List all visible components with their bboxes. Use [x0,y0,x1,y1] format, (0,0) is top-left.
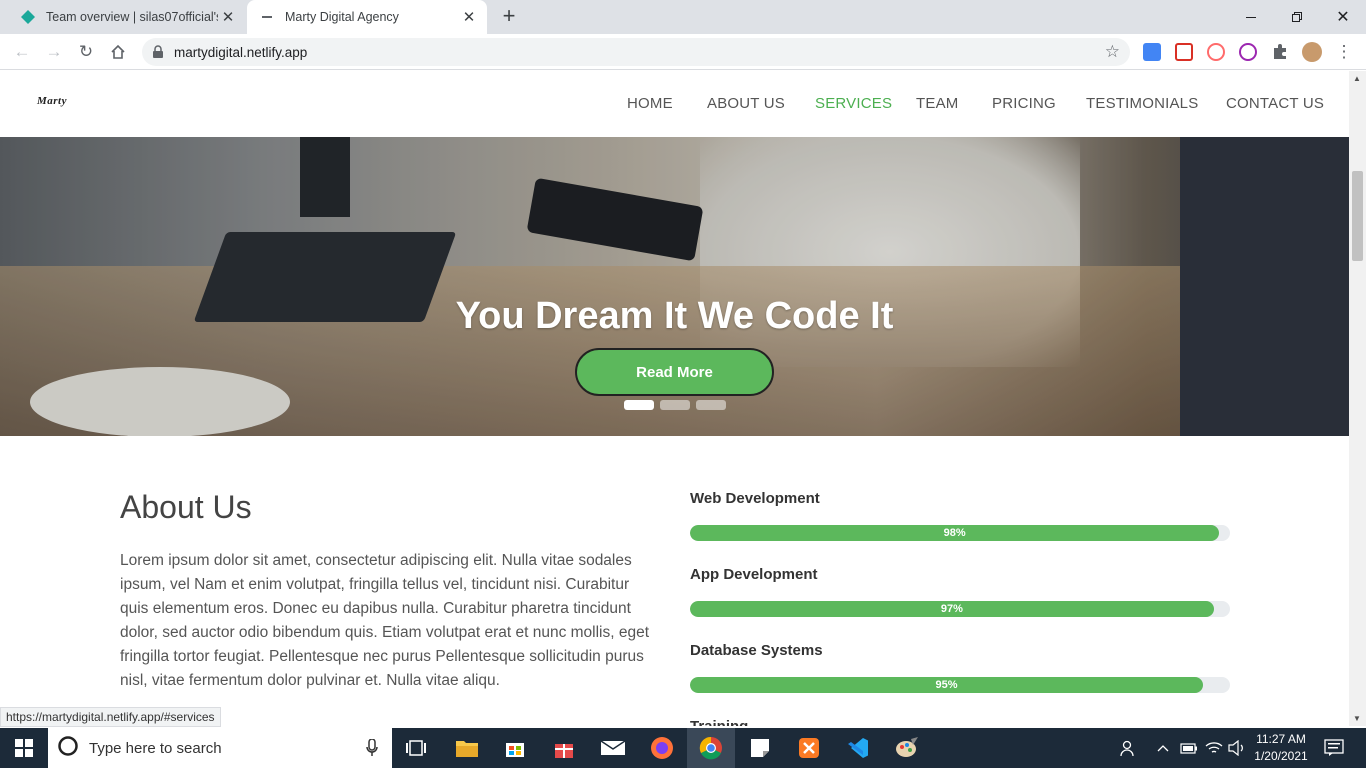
skill-app-development: App Development 97% [690,566,1230,617]
taskbar-time: 11:27 AM [1256,732,1306,746]
skill-progress-track: 95% [690,677,1230,693]
page-scrollbar[interactable]: ▲ ▼ [1349,71,1366,726]
chrome-icon[interactable] [687,728,735,768]
nav-services[interactable]: SERVICES [815,95,892,112]
windows-start-icon[interactable] [0,728,48,768]
tab-title: Marty Digital Agency [285,10,399,24]
hero-heading: You Dream It We Code It [455,295,894,337]
about-title: About Us [120,489,252,525]
xampp-icon[interactable] [785,728,833,768]
show-hidden-icons-chevron[interactable] [1157,728,1169,768]
browser-toolbar: ← → ↻ martydigital.netlify.app ☆ ⋮ [0,34,1366,70]
read-more-button[interactable]: Read More [575,348,774,396]
close-window-icon[interactable]: ✕ [1320,0,1366,34]
browser-tab-marty[interactable]: Marty Digital Agency ✕ [247,0,487,34]
skill-training: Training [690,718,1230,726]
taskbar-date: 1/20/2021 [1254,749,1308,763]
microphone-icon[interactable] [366,738,378,762]
nav-team[interactable]: TEAM [916,95,958,112]
diamond-icon [20,9,36,25]
dash-icon [259,9,275,25]
scroll-up-icon[interactable]: ▲ [1353,74,1361,83]
skill-progress-fill: 97% [690,601,1214,617]
microsoft-store-icon[interactable] [491,728,539,768]
skill-progress-fill: 98% [690,525,1220,541]
broadcast-extension-icon[interactable] [1239,43,1257,61]
screencast-extension-icon[interactable] [1207,43,1225,61]
people-icon[interactable] [1120,728,1138,768]
taskbar-search-box[interactable]: Type here to search [48,728,392,768]
skill-name: Training [690,718,1230,726]
sticky-notes-icon[interactable] [736,728,784,768]
carousel-indicator-3[interactable] [696,400,726,410]
home-icon[interactable] [106,40,130,64]
task-view-icon[interactable] [392,728,440,768]
webpage: Marty HOME ABOUT US SERVICES TEAM PRICIN… [0,71,1349,726]
gift-app-icon[interactable] [540,728,588,768]
cortana-circle-icon [57,735,79,762]
nav-home[interactable]: HOME [627,95,673,112]
site-logo[interactable]: Marty [37,95,67,107]
carousel-indicators [624,400,726,410]
scrollbar-thumb[interactable] [1352,171,1363,261]
address-bar[interactable]: martydigital.netlify.app ☆ [142,38,1130,66]
volume-icon[interactable] [1228,728,1246,768]
skill-progress-track: 98% [690,525,1230,541]
browser-tab-team-overview[interactable]: Team overview | silas07official's t… ✕ [8,0,246,34]
file-explorer-icon[interactable] [443,728,491,768]
skill-name: Web Development [690,490,820,507]
firefox-icon[interactable] [638,728,686,768]
restore-icon[interactable] [1274,0,1320,34]
browser-tabstrip: Team overview | silas07official's t… ✕ M… [0,0,1366,34]
site-navbar: Marty HOME ABOUT US SERVICES TEAM PRICIN… [0,71,1349,137]
new-tab-button[interactable]: + [499,5,519,29]
lock-icon [152,45,164,64]
gmail-extension-icon[interactable] [1175,43,1193,61]
battery-icon[interactable] [1180,728,1198,768]
nav-testimonials[interactable]: TESTIMONIALS [1086,95,1198,112]
skill-name: App Development [690,566,818,583]
screen: Team overview | silas07official's t… ✕ M… [0,0,1366,768]
back-icon[interactable]: ← [10,40,34,64]
skill-name: Database Systems [690,642,823,659]
minimize-icon[interactable] [1228,0,1274,34]
skill-database-systems: Database Systems 95% [690,642,1230,693]
hero-carousel: You Dream It We Code It Read More [0,137,1349,436]
windows-taskbar: Type here to search 11:27 AM 1/20/2021 [0,728,1366,768]
carousel-indicator-1[interactable] [624,400,654,410]
carousel-indicator-2[interactable] [660,400,690,410]
nav-contact-us[interactable]: CONTACT US [1226,95,1324,112]
url-text: martydigital.netlify.app [174,45,308,60]
mail-icon[interactable] [589,728,637,768]
extensions-puzzle-icon[interactable] [1271,43,1289,61]
skill-progress-fill: 95% [690,677,1203,693]
paint-icon[interactable] [883,728,931,768]
skill-progress-track: 97% [690,601,1230,617]
skill-web-development: Web Development 98% [690,490,1230,541]
taskbar-clock[interactable]: 11:27 AM 1/20/2021 [1249,731,1313,765]
bookmark-star-icon[interactable]: ☆ [1105,42,1120,62]
close-tab-icon[interactable]: ✕ [218,8,238,26]
forward-icon[interactable]: → [42,40,66,64]
close-tab-icon[interactable]: ✕ [459,8,479,26]
link-status-bar: https://martydigital.netlify.app/#servic… [0,707,221,727]
translate-extension-icon[interactable] [1143,43,1161,61]
wifi-icon[interactable] [1205,728,1223,768]
scroll-down-icon[interactable]: ▼ [1353,714,1361,723]
about-body: Lorem ipsum dolor sit amet, consectetur … [120,552,650,689]
tab-title: Team overview | silas07official's t… [46,10,218,24]
taskbar-search-placeholder: Type here to search [89,739,222,757]
nav-pricing[interactable]: PRICING [992,95,1056,112]
menu-kebab-icon[interactable]: ⋮ [1332,40,1356,64]
notifications-icon[interactable] [1324,728,1344,768]
reload-icon[interactable]: ↻ [74,40,98,64]
nav-about-us[interactable]: ABOUT US [707,95,785,112]
profile-avatar[interactable] [1302,42,1322,62]
vscode-icon[interactable] [834,728,882,768]
